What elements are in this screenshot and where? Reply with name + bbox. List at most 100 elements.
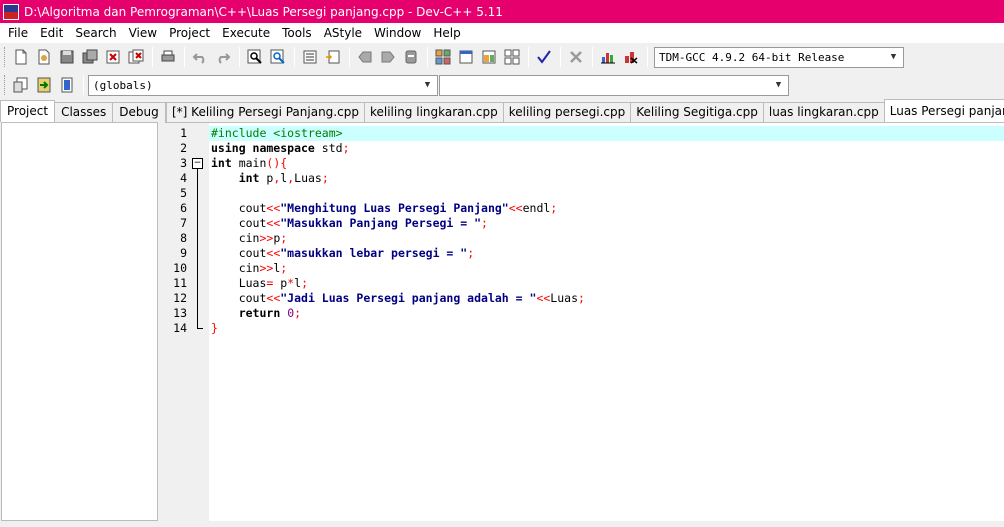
tab-project[interactable]: Project	[0, 100, 56, 122]
line-number: 4	[180, 171, 187, 185]
close-all-icon[interactable]	[125, 46, 147, 68]
symbol-select[interactable]: ▼	[439, 74, 789, 96]
chevron-down-icon[interactable]: ▼	[420, 78, 435, 93]
chevron-down-icon[interactable]: ▼	[771, 78, 786, 93]
code-token: }	[211, 321, 218, 335]
stop-icon[interactable]	[565, 46, 587, 68]
code-token: ;	[342, 141, 350, 155]
menu-file[interactable]: File	[2, 23, 34, 43]
code-line[interactable]: Luas= p*l;	[209, 276, 1004, 291]
editor-tab[interactable]: Luas Persegi panjang.cpp	[883, 99, 1004, 122]
code-editor[interactable]: 1 2 3 4 5 6 7 8 9 10 11 12 13 14− #include <iostream>…	[165, 122, 1004, 522]
save-icon[interactable]	[56, 46, 78, 68]
code-line[interactable]: }	[209, 321, 1004, 336]
devcpp-app-icon[interactable]	[3, 3, 19, 20]
profile-icon[interactable]	[620, 46, 642, 68]
code-token: <<	[266, 246, 281, 260]
menu-astyle[interactable]: AStyle	[318, 23, 368, 43]
line-number: 10	[173, 261, 187, 275]
close-file-icon[interactable]	[102, 46, 124, 68]
menu-tools[interactable]: Tools	[276, 23, 318, 43]
code-token: ;	[321, 171, 329, 185]
goto-forward-icon[interactable]	[377, 46, 399, 68]
menu-help[interactable]: Help	[427, 23, 466, 43]
menu-bar: File Edit Search View Project Execute Tools ASt…	[0, 23, 1004, 43]
goto-back-icon[interactable]	[354, 46, 376, 68]
fold-collapse-icon[interactable]: −	[192, 158, 203, 169]
code-line[interactable]: using namespace std;	[209, 141, 1004, 156]
menu-edit[interactable]: Edit	[34, 23, 69, 43]
replace-icon[interactable]	[267, 46, 289, 68]
new-file-icon[interactable]	[10, 46, 32, 68]
code-line[interactable]: cin>>l;	[209, 261, 1004, 276]
code-line[interactable]: int main(){	[209, 156, 1004, 171]
separator	[528, 47, 529, 67]
separator	[592, 47, 593, 67]
compiler-select[interactable]: TDM-GCC 4.9.2 64-bit Release ▼	[654, 46, 904, 68]
project-tree[interactable]	[1, 122, 158, 521]
redo-icon[interactable]	[212, 46, 234, 68]
indent-icon[interactable]	[299, 46, 321, 68]
save-all-icon[interactable]	[79, 46, 101, 68]
chevron-down-icon[interactable]: ▼	[886, 50, 901, 65]
undo-icon[interactable]	[189, 46, 211, 68]
editor-tab[interactable]: keliling lingkaran.cpp	[363, 102, 504, 122]
bookmark-icon[interactable]	[400, 46, 422, 68]
left-tabs: Project Classes Debug	[0, 100, 166, 122]
code-line[interactable]: cin>>p;	[209, 231, 1004, 246]
code-line[interactable]	[209, 186, 1004, 201]
code-token: "Menghitung Luas Persegi Panjang"	[280, 201, 509, 215]
editor-tab[interactable]: Keliling Segitiga.cpp	[630, 102, 764, 122]
window-title: D:\Algoritma dan Pemrograman\C++\Luas Pe…	[24, 4, 503, 19]
window-icon[interactable]	[455, 46, 477, 68]
print-icon[interactable]	[157, 46, 179, 68]
editor-tab[interactable]: keliling persegi.cpp	[502, 102, 632, 122]
goto-icon[interactable]	[33, 74, 55, 96]
check-syntax-icon[interactable]	[533, 46, 555, 68]
code-token: using namespace	[211, 141, 315, 155]
code-line[interactable]: cout<<"masukkan lebar persegi = ";	[209, 246, 1004, 261]
layout-icon[interactable]	[478, 46, 500, 68]
scope-select[interactable]: (globals) ▼	[88, 74, 438, 96]
separator	[427, 47, 428, 67]
code-token: >>	[259, 231, 274, 245]
insert-icon[interactable]	[10, 74, 32, 96]
find-icon[interactable]	[244, 46, 266, 68]
editor-area: [*] Keliling Persegi Panjang.cpp keliling…	[165, 99, 1004, 522]
unindent-icon[interactable]	[322, 46, 344, 68]
code-line[interactable]: return 0;	[209, 306, 1004, 321]
code-token: return	[238, 306, 281, 320]
code-token: ;	[578, 291, 585, 305]
code-token: cin	[211, 261, 260, 275]
toolbar-grip	[4, 75, 7, 95]
toggle-icon[interactable]	[56, 74, 78, 96]
tab-classes[interactable]: Classes	[54, 102, 114, 122]
tab-debug[interactable]: Debug	[112, 102, 166, 122]
editor-tab[interactable]: luas lingkaran.cpp	[762, 102, 885, 122]
editor-tab[interactable]: [*] Keliling Persegi Panjang.cpp	[166, 102, 365, 122]
menu-window[interactable]: Window	[368, 23, 427, 43]
status-bar	[0, 522, 1004, 527]
code-line[interactable]: cout<<"Menghitung Luas Persegi Panjang"<…	[209, 201, 1004, 216]
chart-icon[interactable]	[597, 46, 619, 68]
toolbar-grip	[4, 47, 7, 67]
menu-execute[interactable]: Execute	[216, 23, 276, 43]
new-project-icon[interactable]	[432, 46, 454, 68]
code-token: ;	[280, 231, 288, 245]
separator	[184, 47, 185, 67]
open-file-icon[interactable]	[33, 46, 55, 68]
separator	[294, 47, 295, 67]
fold-end	[197, 328, 203, 329]
code-token: std	[314, 141, 343, 155]
code-line[interactable]: int p,l,Luas;	[209, 171, 1004, 186]
code-line[interactable]: cout<<"Jadi Luas Persegi panjang adalah …	[209, 291, 1004, 306]
code-token: endl	[522, 201, 551, 215]
code-line[interactable]: cout<<"Masukkan Panjang Persegi = ";	[209, 216, 1004, 231]
tile-icon[interactable]	[501, 46, 523, 68]
code-token: ;	[280, 261, 288, 275]
menu-search[interactable]: Search	[69, 23, 122, 43]
menu-view[interactable]: View	[123, 23, 163, 43]
line-number: 14	[173, 321, 187, 335]
code-line[interactable]: #include <iostream>	[209, 126, 1004, 141]
menu-project[interactable]: Project	[163, 23, 216, 43]
